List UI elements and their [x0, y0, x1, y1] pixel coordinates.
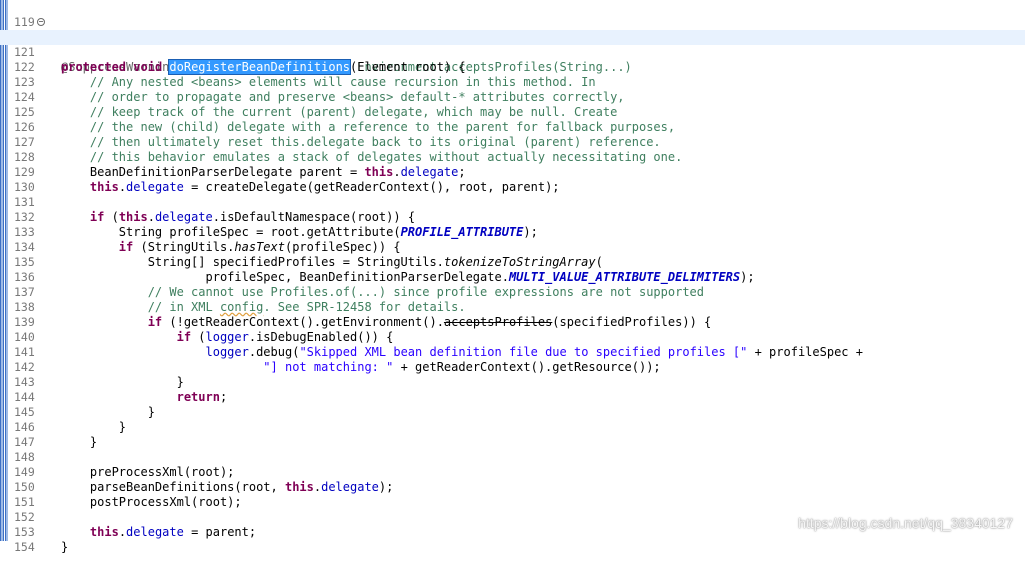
code-line: 127 // this behavior emulates a stack of… [0, 120, 1025, 164]
code-line: 142 } [0, 345, 1025, 389]
code-line: 144 } [0, 375, 1025, 419]
code-line: 120 − @SuppressWarnings("deprecation") /… [0, 15, 1025, 75]
watermark: https://blog.csdn.net/qq_38340127 [798, 515, 1013, 531]
code-line-current: 121 protected void doRegisterBeanDefinit… [0, 30, 1025, 75]
code-line: 128 BeanDefinitionParserDelegate parent … [0, 135, 1025, 179]
code-line: 126 // then ultimately reset this.delega… [0, 105, 1025, 149]
code-line: 132 String profileSpec = root.getAttribu… [0, 195, 1025, 239]
code-line: 140 logger.debug("Skipped XML bean defin… [0, 315, 1025, 359]
code-line: 136 // We cannot use Profiles.of(...) si… [0, 255, 1025, 299]
code-line: 125 // the new (child) delegate with a r… [0, 90, 1025, 134]
code-line: 134 String[] specifiedProfiles = StringU… [0, 225, 1025, 269]
code-line: 138 if (!getReaderContext().getEnvironme… [0, 285, 1025, 329]
code-line: 141 "] not matching: " + getReaderContex… [0, 330, 1025, 374]
code-line: 119 */ [0, 0, 1025, 44]
line-number: 154 [14, 540, 35, 554]
code-line: 131 if (this.delegate.isDefaultNamespace… [0, 180, 1025, 224]
code-line: 129 this.delegate = createDelegate(getRe… [0, 150, 1025, 194]
code-line: 137 // in XML config. See SPR-12458 for … [0, 270, 1025, 314]
code-line: 123 // order to propagate and preserve <… [0, 60, 1025, 104]
code-line: 139 if (logger.isDebugEnabled()) { [0, 300, 1025, 344]
code-line: 149 parseBeanDefinitions(root, this.dele… [0, 450, 1025, 494]
code-line: 151 [0, 480, 1025, 509]
code-text: } [61, 540, 69, 554]
fold-collapse-icon[interactable]: − [37, 18, 45, 26]
code-line: 135 profileSpec, BeanDefinitionParserDel… [0, 240, 1025, 284]
code-line: 133 if (StringUtils.hasText(profileSpec)… [0, 210, 1025, 254]
code-line: 122 // Any nested <beans> elements will … [0, 45, 1025, 89]
code-line: 150 postProcessXml(root); [0, 465, 1025, 509]
code-line: 146 } [0, 405, 1025, 449]
code-line: 124 // keep track of the current (parent… [0, 75, 1025, 119]
code-line: 148 preProcessXml(root); [0, 435, 1025, 479]
code-line: 130 [0, 165, 1025, 194]
code-line: 152 this.delegate = parent; [0, 495, 1025, 539]
code-line: 147 [0, 420, 1025, 449]
code-line: 143 return; [0, 360, 1025, 404]
code-line: 145 } [0, 390, 1025, 434]
